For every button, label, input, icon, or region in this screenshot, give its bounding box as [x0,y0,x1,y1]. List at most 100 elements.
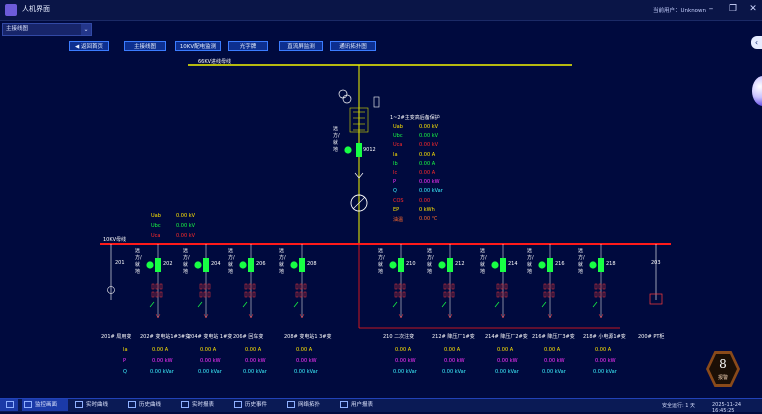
earth-switch-icon [441,301,447,308]
curve-icon [75,401,83,408]
history-icon [128,401,136,408]
tx-meas-value: 0.00 kVar [419,188,443,195]
earth-switch-icon [149,301,155,308]
ct-icon [551,283,555,290]
feeder-p: 0.00 kW [595,358,616,364]
ct-icon [248,283,252,290]
feeder-ia: 0.00 A [296,347,313,353]
ct-icon [244,291,248,298]
feeder-code: 216 [555,261,565,267]
earth-switch-icon [541,301,547,308]
feeder-name: 210 二次注变 [383,334,415,340]
tx-meas-value: 0.00 kV [419,142,439,149]
ct-icon [443,283,447,290]
ct-icon [207,283,211,290]
ct-icon [543,283,547,290]
taskbar-tab-network[interactable]: 网络拓扑 [287,399,333,411]
ct-icon [199,283,203,290]
ct-icon [248,291,252,298]
start-icon[interactable] [0,399,18,411]
feeder-p: 0.00 kW [444,358,465,364]
taskbar-tab-realtime-report[interactable]: 实时报表 [181,399,227,411]
feeder-breaker [598,258,604,272]
taskbar-tab-history-curve[interactable]: 历史曲线 [128,399,174,411]
feeder-breaker [398,258,404,272]
taskbar-tab-user-report[interactable]: 用户报表 [340,399,386,411]
ct-icon [602,283,606,290]
feeder-code: 204 [211,261,221,267]
feeder-mode-label: 远方/就地 [279,248,286,275]
feeder-mode-label: 远方/就地 [578,248,585,275]
ct-icon [295,291,299,298]
feeder-breaker-indicator [290,261,298,269]
ct-icon [252,283,256,290]
tx-meas-name: EP [393,206,400,213]
ct-icon [151,291,155,298]
feeder-ia: 0.00 A [200,347,217,353]
main-breaker [356,143,362,157]
earth-switch-icon [293,301,299,308]
ct-icon [504,291,508,298]
feeder-code: 208 [307,261,317,267]
feeder-name: 202# 变电站1#3#变 [140,334,191,340]
feeder-p: 0.00 kW [544,358,565,364]
taskbar-tab-history-events[interactable]: 历史事件 [234,399,280,411]
taskbar-tab-realtime-curve[interactable]: 实时曲线 [75,399,121,411]
feeder-breaker [248,258,254,272]
ct-icon [159,291,163,298]
feeder-code: 202 [163,261,173,267]
feeder-mode-label: 远方/就地 [378,248,385,275]
feeder-breaker [547,258,553,272]
ct-icon [299,291,303,298]
feeder-p: 0.00 kW [497,358,518,364]
ct-icon [207,291,211,298]
bus-10kv-label: 10KV母线 [103,237,127,243]
main-breaker-code: 9012 [363,147,376,153]
ct-icon [602,291,606,298]
feeder-name: 208# 变电站1 3#变 [284,334,332,340]
tx-meas-name: Ubc [393,133,403,140]
feeder-p: 0.00 kW [296,358,317,364]
transformer-protection-label: 1~2#主变高后备保护 [390,115,440,121]
feeder-201-name: 201# 局用变 [101,334,132,340]
ct-icon [547,283,551,290]
feeder-breaker-indicator [438,261,446,269]
feeder-q: 0.00 kVar [150,369,174,375]
alarm-count: 8 [719,357,727,371]
feeder-ia: 0.00 A [395,347,412,353]
feeder-ia: 0.00 A [497,347,514,353]
datetime: 2025-11-24 16:45:25 [712,402,742,414]
tx-meas-value: 0.00 kV [419,133,439,140]
feeder-name: 212# 降压厂1#变 [432,334,475,340]
taskbar-tab-monitor[interactable]: 监控画面 [22,399,68,411]
user-report-icon [340,401,348,408]
feeder-breaker-indicator [589,261,597,269]
feeder-breaker [155,258,161,272]
feeder-p: 0.00 kW [152,358,173,364]
feeder-p: 0.00 kW [200,358,221,364]
ct-icon [496,283,500,290]
ct-icon [155,291,159,298]
bus-meas-name: Ubc [151,223,161,229]
tx-meas-value: 0.00 kV [419,124,439,130]
feeder-mode-label: 远方/就地 [228,248,235,275]
ct-icon [447,291,451,298]
event-icon [234,401,242,408]
feeder-p: 0.00 kW [395,358,416,364]
feeder-breaker [500,258,506,272]
pt-coil-icon [338,89,348,99]
ground-switch-icon [373,96,380,108]
bus-meas-value: 0.00 kV [176,233,196,239]
feeder-mode-label: 远方/就地 [480,248,487,275]
feeder-code: 218 [606,261,616,267]
ct-icon [244,283,248,290]
ct-icon [443,291,447,298]
ct-icon [203,291,207,298]
feeder-q: 0.00 kVar [495,369,519,375]
tx-meas-name: 油温 [393,217,404,223]
feeder-name: 216# 降压厂3#变 [532,334,575,340]
pt-coil-icon [342,94,352,104]
feeder-ia: 0.00 A [444,347,461,353]
feeder-code: 214 [508,261,518,267]
alarm-label: 报警 [717,375,728,381]
